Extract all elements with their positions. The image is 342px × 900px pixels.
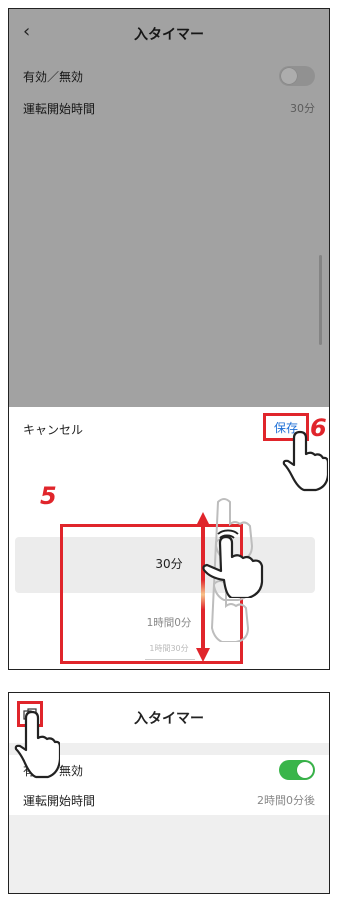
scrollbar[interactable] [319, 255, 322, 345]
row-start-time-label: 運転開始時間 [23, 793, 96, 808]
page-title: 入タイマー [134, 711, 204, 727]
row-start-time-value: 2時間0分後 [257, 794, 315, 807]
dim-overlay [9, 9, 329, 407]
enable-toggle[interactable] [279, 760, 315, 780]
tap-hand-icon [14, 710, 60, 779]
row-start-time[interactable]: 運転開始時間 2時間0分後 [9, 785, 329, 815]
tap-hand-icon [282, 430, 328, 492]
cancel-button[interactable]: キャンセル [23, 421, 83, 438]
swipe-hand-icon [202, 529, 264, 598]
step-number-swipe: 5 [40, 482, 57, 510]
